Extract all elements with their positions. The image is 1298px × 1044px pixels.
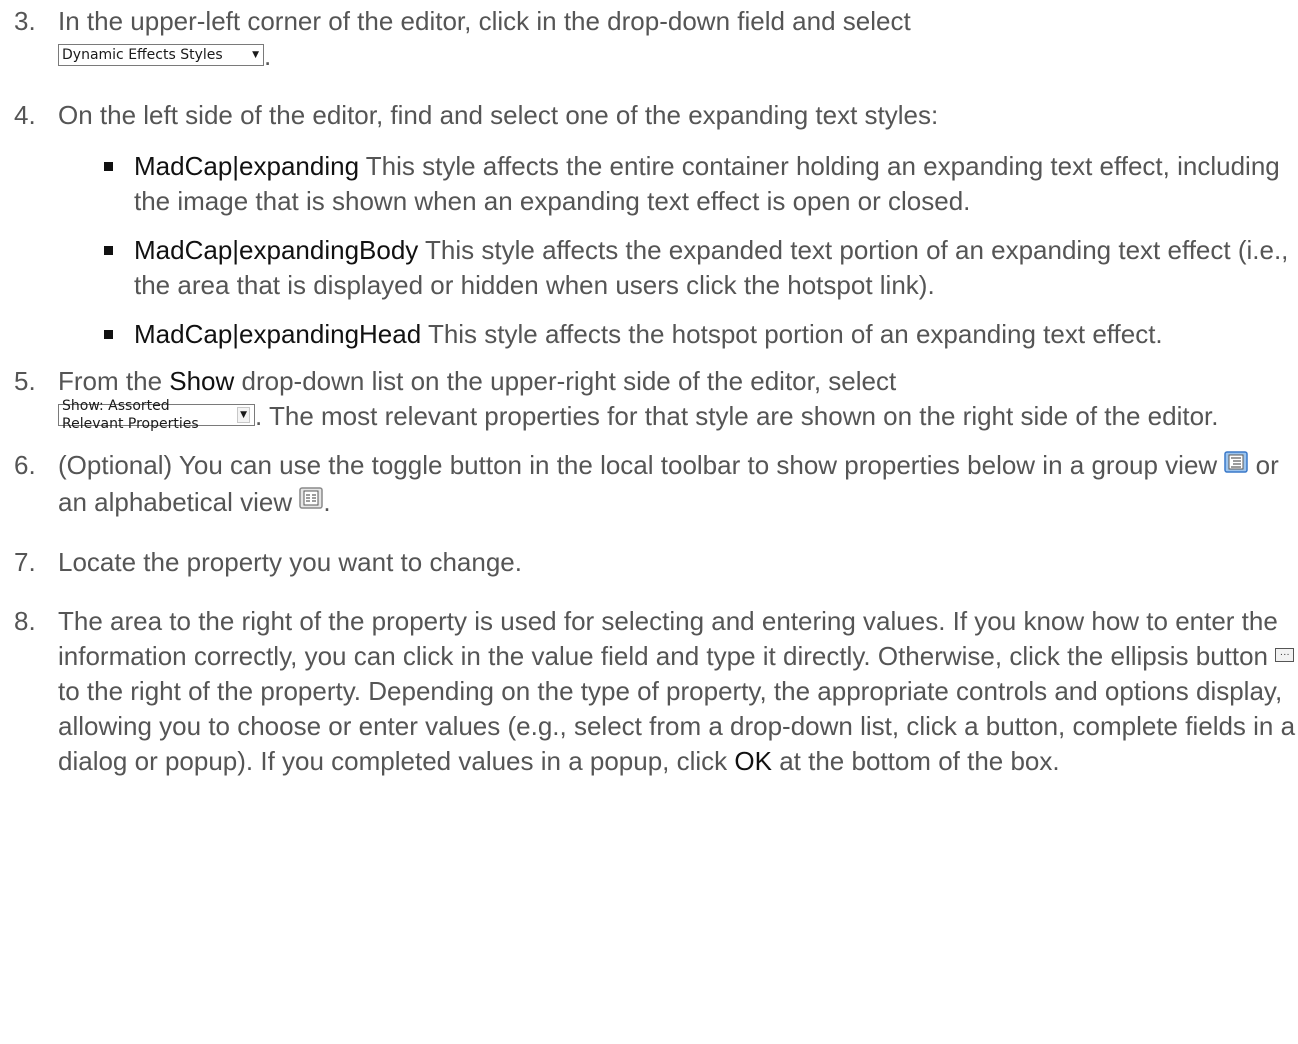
- list-item: MadCap|expandingHead This style affects …: [104, 317, 1298, 352]
- expanding-styles-list: MadCap|expanding This style affects the …: [58, 149, 1298, 352]
- step-text: On the left side of the editor, find and…: [58, 100, 939, 130]
- style-description: This style affects the hotspot portion o…: [421, 319, 1163, 349]
- dropdown-arrow-icon: ▼: [252, 50, 259, 61]
- step-number: 7.: [14, 547, 36, 578]
- bullet-icon: [104, 162, 113, 171]
- step-text: (Optional) You can use the toggle button…: [58, 448, 1298, 521]
- step-number: 3.: [14, 6, 36, 36]
- alphabetical-view-icon: [299, 483, 324, 518]
- procedure-steps: 3. In the upper-left corner of the edito…: [14, 4, 1298, 779]
- ok-label: OK: [734, 746, 772, 777]
- step-text: Locate the property you want to change.: [58, 547, 522, 578]
- step-text: In the upper-left corner of the editor, …: [58, 6, 911, 71]
- step-6: 6. (Optional) You can use the toggle but…: [14, 448, 1298, 521]
- show-properties-dropdown: Show: Assorted Relevant Properties ▼: [58, 398, 255, 432]
- step-4: 4. On the left side of the editor, find …: [14, 98, 1298, 352]
- dynamic-effects-styles-dropdown: Dynamic Effects Styles ▼: [58, 44, 264, 67]
- ellipsis-button-icon: ···: [1275, 648, 1295, 663]
- bullet-icon: [104, 246, 113, 255]
- style-name: MadCap|expanding: [134, 151, 360, 181]
- step-5: 5. From the Show drop-down list on the u…: [14, 364, 1298, 434]
- step-text: From the Show drop-down list on the uppe…: [58, 366, 1219, 433]
- show-label: Show: [169, 366, 235, 396]
- step-3: 3. In the upper-left corner of the edito…: [14, 4, 1298, 74]
- step-text: The area to the right of the property is…: [58, 606, 1296, 777]
- step-number: 5.: [14, 366, 36, 396]
- list-item: MadCap|expanding This style affects the …: [104, 149, 1298, 219]
- list-item: MadCap|expandingBody This style affects …: [104, 233, 1298, 303]
- document-body: 3. In the upper-left corner of the edito…: [0, 4, 1298, 779]
- bullet-icon: [104, 330, 113, 339]
- style-name: MadCap|expandingBody: [134, 235, 419, 265]
- style-name: MadCap|expandingHead: [134, 319, 422, 349]
- step-number: 6.: [14, 450, 36, 480]
- step-8: 8. The area to the right of the property…: [14, 604, 1298, 779]
- step-number: 8.: [14, 606, 36, 637]
- dropdown-arrow-icon: ▼: [237, 407, 250, 424]
- step-number: 4.: [14, 100, 36, 130]
- step-7: 7. Locate the property you want to chang…: [14, 545, 1298, 580]
- group-view-icon: [1224, 447, 1249, 482]
